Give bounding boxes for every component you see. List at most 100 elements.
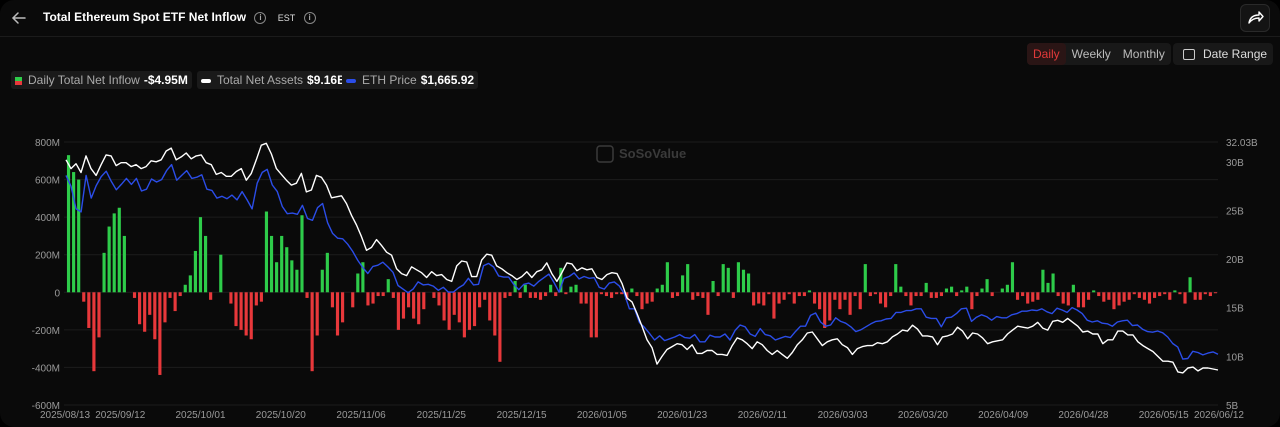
inflow-bar[interactable] (1122, 292, 1126, 302)
inflow-bar[interactable] (950, 286, 954, 293)
inflow-bar[interactable] (285, 247, 289, 293)
inflow-bar[interactable] (878, 292, 883, 304)
inflow-bar[interactable] (934, 292, 938, 298)
inflow-bar[interactable] (970, 292, 974, 310)
inflow-bar[interactable] (1208, 292, 1212, 297)
inflow-bar[interactable] (295, 269, 299, 293)
inflow-bar[interactable] (300, 215, 304, 293)
inflow-bar[interactable] (711, 281, 715, 293)
inflow-bar[interactable] (747, 273, 751, 293)
inflow-bar[interactable] (924, 282, 928, 293)
inflow-bar[interactable] (320, 269, 324, 293)
inflow-bar[interactable] (701, 292, 705, 298)
inflow-bar[interactable] (1061, 292, 1065, 304)
inflow-bar[interactable] (483, 292, 487, 300)
inflow-bar[interactable] (584, 292, 588, 304)
inflow-bar[interactable] (168, 292, 172, 298)
inflow-bar[interactable] (670, 292, 675, 298)
inflow-bar[interactable] (244, 292, 248, 336)
inflow-bar[interactable] (823, 292, 827, 328)
inflow-bar[interactable] (889, 292, 893, 297)
inflow-bar[interactable] (92, 292, 96, 372)
inflow-bar[interactable] (462, 292, 466, 338)
inflow-bar[interactable] (239, 292, 243, 330)
inflow-bar[interactable] (523, 284, 527, 293)
inflow-bar[interactable] (1183, 292, 1187, 304)
inflow-bar[interactable] (1015, 292, 1020, 300)
inflow-bar[interactable] (1117, 292, 1121, 306)
inflow-bar[interactable] (640, 292, 644, 310)
inflow-bar[interactable] (381, 292, 385, 297)
inflow-bar[interactable] (635, 292, 639, 297)
inflow-bar[interactable] (939, 292, 943, 297)
inflow-bar[interactable] (467, 292, 472, 330)
inflow-bar[interactable] (264, 211, 269, 293)
inflow-bar[interactable] (655, 288, 659, 293)
inflow-bar[interactable] (812, 292, 817, 304)
inflow-bar[interactable] (234, 292, 238, 327)
inflow-bar[interactable] (574, 284, 578, 293)
inflow-bar[interactable] (716, 292, 720, 297)
inflow-bar[interactable] (1087, 292, 1091, 300)
inflow-bar[interactable] (310, 292, 314, 372)
inflow-bar[interactable] (325, 252, 329, 293)
inflow-bar[interactable] (853, 292, 857, 297)
inflow-bar[interactable] (731, 292, 735, 298)
inflow-bar[interactable] (645, 292, 649, 304)
inflow-bar[interactable] (275, 262, 279, 293)
inflow-bar[interactable] (259, 292, 263, 302)
inflow-bar[interactable] (579, 292, 583, 304)
inflow-bar[interactable] (675, 292, 680, 297)
inflow-bar[interactable] (549, 284, 553, 293)
inflow-bar[interactable] (305, 292, 309, 298)
inflow-bar[interactable] (503, 292, 507, 298)
inflow-bar[interactable] (330, 292, 335, 308)
inflow-bar[interactable] (985, 279, 989, 293)
inflow-bar[interactable] (1041, 269, 1045, 293)
inflow-bar[interactable] (219, 254, 223, 293)
inflow-bar[interactable] (97, 292, 101, 338)
inflow-bar[interactable] (726, 267, 730, 293)
inflow-bar[interactable] (249, 292, 253, 340)
inflow-bar[interactable] (599, 292, 603, 295)
inflow-bar[interactable] (148, 292, 152, 315)
inflow-bar[interactable] (452, 292, 456, 315)
inflow-bar[interactable] (1056, 292, 1060, 297)
inflow-bar[interactable] (782, 292, 786, 300)
inflow-bar[interactable] (1152, 292, 1157, 298)
inflow-bar[interactable] (193, 250, 197, 293)
inflow-bar[interactable] (1178, 292, 1182, 295)
inflow-bar[interactable] (173, 292, 177, 312)
inflow-bar[interactable] (391, 292, 395, 298)
inflow-bar[interactable] (1127, 292, 1131, 300)
inflow-bar[interactable] (609, 292, 614, 298)
inflow-bar[interactable] (1142, 292, 1146, 300)
inflow-bar[interactable] (198, 217, 203, 293)
inflow-bar[interactable] (955, 292, 959, 297)
inflow-bar[interactable] (604, 292, 609, 297)
total-net-assets-line[interactable] (65, 142, 1219, 374)
inflow-bar[interactable] (341, 292, 345, 323)
inflow-bar[interactable] (884, 292, 888, 308)
inflow-bar[interactable] (752, 292, 756, 306)
inflow-bar[interactable] (401, 292, 406, 319)
inflow-bar[interactable] (721, 264, 725, 293)
inflow-bar[interactable] (178, 292, 182, 297)
inflow-bar[interactable] (833, 292, 837, 300)
inflow-bar[interactable] (209, 292, 213, 300)
inflow-bar[interactable] (615, 292, 619, 295)
inflow-bar[interactable] (66, 155, 71, 293)
inflow-bar[interactable] (736, 262, 740, 293)
inflow-bar[interactable] (1137, 292, 1141, 298)
inflow-bar[interactable] (965, 286, 969, 293)
inflow-bar[interactable] (681, 275, 685, 293)
inflow-bar[interactable] (929, 292, 933, 298)
inflow-bar[interactable] (437, 292, 441, 306)
inflow-bar[interactable] (909, 292, 913, 306)
inflow-bar[interactable] (356, 273, 360, 293)
inflow-bar[interactable] (569, 286, 573, 293)
inflow-bar[interactable] (417, 292, 421, 325)
inflow-bar[interactable] (564, 292, 568, 295)
inflow-bar[interactable] (1168, 292, 1172, 300)
inflow-bar[interactable] (1021, 292, 1025, 297)
